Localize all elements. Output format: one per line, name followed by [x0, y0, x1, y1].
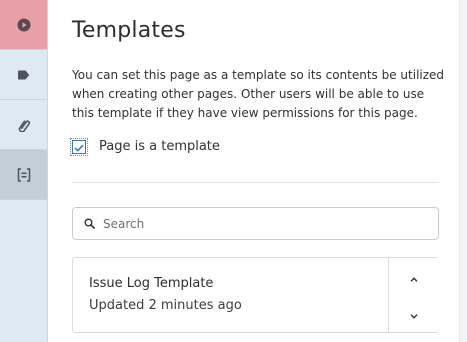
sidebar-rail	[0, 0, 48, 342]
templates-description: You can set this page as a template so i…	[72, 68, 445, 120]
sidebar-item-play[interactable]	[0, 0, 47, 50]
page-title: Templates	[72, 18, 186, 43]
template-card[interactable]: Issue Log Template Updated 2 minutes ago	[72, 257, 439, 333]
search-icon	[73, 218, 103, 229]
move-down-button[interactable]	[389, 295, 439, 332]
paperclip-icon	[17, 118, 31, 132]
template-checkbox-label: Page is a template	[99, 139, 220, 154]
move-up-button[interactable]	[389, 258, 439, 296]
template-name: Issue Log Template	[89, 276, 214, 291]
search-box[interactable]	[72, 207, 439, 240]
chevron-down-icon	[410, 304, 418, 323]
templates-panel: Templates You can set this page as a tem…	[0, 0, 467, 342]
sidebar-item-tags[interactable]	[0, 50, 47, 100]
sidebar-item-templates[interactable]	[0, 150, 47, 200]
divider	[72, 182, 439, 183]
sidebar-item-attachments[interactable]	[0, 100, 47, 150]
template-icon	[17, 167, 31, 182]
template-updated: Updated 2 minutes ago	[89, 298, 242, 313]
template-checkbox[interactable]	[70, 137, 88, 156]
tag-icon	[17, 70, 30, 80]
play-icon	[17, 18, 31, 32]
template-checkbox-row[interactable]: Page is a template	[70, 137, 220, 156]
scrollbar-track[interactable]	[459, 0, 467, 342]
reorder-controls	[388, 258, 439, 332]
chevron-up-icon	[410, 267, 418, 286]
search-input[interactable]	[103, 216, 423, 231]
checkmark-icon	[74, 137, 84, 156]
